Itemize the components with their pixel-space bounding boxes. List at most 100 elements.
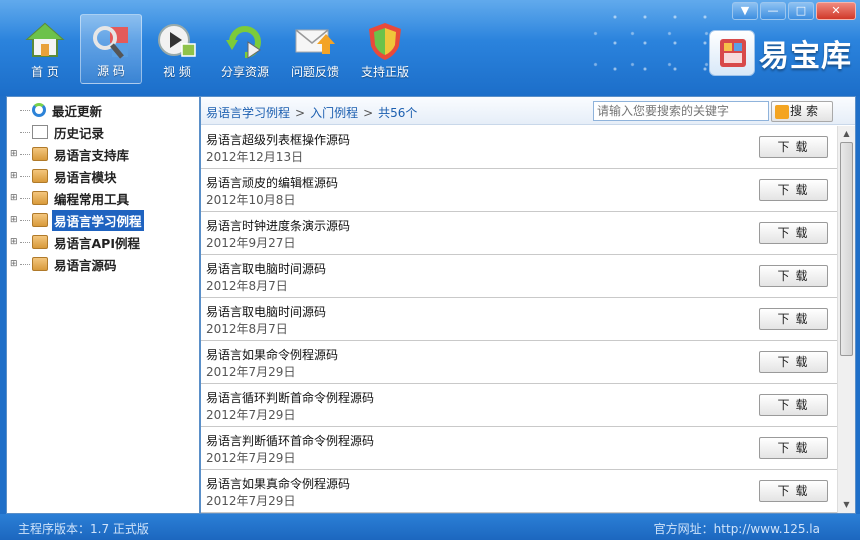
search-button[interactable]: 搜索 [771,101,833,122]
download-button[interactable]: 下载 [759,437,828,459]
download-button[interactable]: 下载 [759,480,828,502]
item-title[interactable]: 易语言超级列表框操作源码 [206,131,350,148]
folder-icon [32,235,48,249]
item-title[interactable]: 易语言顽皮的编辑框源码 [206,174,338,191]
item-title[interactable]: 易语言取电脑时间源码 [206,303,326,320]
home-icon [24,20,66,62]
share-icon [224,20,266,62]
logo-text: 易宝库 [759,39,852,74]
list-item[interactable]: 易语言顽皮的编辑框源码 2012年10月8日 下载 [201,169,837,212]
expand-icon[interactable]: ⊞ [10,259,20,269]
main-toolbar: 首 页 源 码 视 频 分享资源 问题反馈 支持正版 [14,14,422,86]
folder-icon [32,213,48,227]
search-input[interactable] [593,101,769,121]
item-title[interactable]: 易语言循环判断首命令例程源码 [206,389,374,406]
download-button[interactable]: 下载 [759,222,828,244]
source-list: 易语言超级列表框操作源码 2012年12月13日 下载 易语言顽皮的编辑框源码 2012… [201,126,837,513]
toolbar-share-button[interactable]: 分享资源 [212,14,278,84]
document-icon [32,125,48,139]
toolbar-feedback-button[interactable]: 问题反馈 [282,14,348,84]
feedback-mail-icon [294,20,336,62]
list-item[interactable]: 易语言超级列表框操作源码 2012年12月13日 下载 [201,126,837,169]
folder-icon [32,257,48,271]
shield-icon [364,20,406,62]
logo-box-icon [709,30,755,76]
item-count: 共56个 [378,106,418,120]
list-item[interactable]: 易语言循环判断首命令例程源码 2012年7月29日 下载 [201,384,837,427]
toolbar-source-button[interactable]: 源 码 [80,14,142,84]
vertical-scrollbar[interactable]: ▲ ▼ [837,126,855,513]
download-button[interactable]: 下载 [759,265,828,287]
window-menu-button[interactable]: ▼ [732,2,758,20]
expand-icon[interactable]: ⊞ [10,215,20,225]
search-button-label: 搜索 [789,104,822,118]
breadcrumb: 易语言学习例程 > 入门例程 > 共56个 [206,104,417,121]
tree-item-history[interactable]: 历史记录 [7,121,199,143]
list-item[interactable]: 易语言取电脑时间源码 2012年8月7日 下载 [201,255,837,298]
scroll-up-icon[interactable]: ▲ [840,127,853,141]
tree-item-learning-examples[interactable]: ⊞ 易语言学习例程 [7,209,199,231]
window-maximize-button[interactable]: □ [788,2,814,20]
scroll-down-icon[interactable]: ▼ [840,498,853,512]
item-date: 2012年8月7日 [206,322,288,336]
list-item[interactable]: 易语言取电脑时间源码 2012年8月7日 下载 [201,298,837,341]
official-site-link[interactable]: 官方网址：http://www.125.la [654,520,820,537]
window-controls: ▼ — □ ✕ [730,2,856,20]
scroll-thumb[interactable] [840,142,853,356]
toolbar-support-button[interactable]: 支持正版 [352,14,418,84]
item-date: 2012年7月29日 [206,408,296,422]
item-title[interactable]: 易语言如果命令例程源码 [206,346,338,363]
expand-icon[interactable]: ⊞ [10,171,20,181]
tree-item-modules[interactable]: ⊞ 易语言模块 [7,165,199,187]
toolbar-video-button[interactable]: 视 频 [146,14,208,84]
toolbar-home-button[interactable]: 首 页 [14,14,76,84]
download-button[interactable]: 下载 [759,394,828,416]
item-title[interactable]: 易语言取电脑时间源码 [206,260,326,277]
download-button[interactable]: 下载 [759,308,828,330]
tree-item-label: 最近更新 [52,103,103,119]
list-item[interactable]: 易语言判断循环首命令例程源码 2012年7月29日 下载 [201,427,837,470]
download-button[interactable]: 下载 [759,179,828,201]
folder-icon [32,191,48,205]
window-close-button[interactable]: ✕ [816,2,856,20]
toolbar-home-label: 首 页 [31,65,59,79]
item-date: 2012年7月29日 [206,451,296,465]
toolbar-support-label: 支持正版 [360,65,409,79]
list-item[interactable]: 易语言如果命令例程源码 2012年7月29日 下载 [201,341,837,384]
expand-icon[interactable]: ⊞ [10,237,20,247]
breadcrumb-root-link[interactable]: 易语言学习例程 [206,106,290,120]
expand-icon[interactable]: ⊞ [10,149,20,159]
tree-item-recent[interactable]: 最近更新 [7,99,199,121]
window-minimize-button[interactable]: — [760,2,786,20]
item-title[interactable]: 易语言时钟进度条演示源码 [206,217,350,234]
video-icon [156,20,198,62]
tree-item-label: 易语言API例程 [54,235,140,251]
decorative-stars [590,10,710,90]
breadcrumb-child-link[interactable]: 入门例程 [310,106,358,120]
breadcrumb-separator: > [363,106,374,120]
expand-icon[interactable]: ⊞ [10,193,20,203]
download-button[interactable]: 下载 [759,136,828,158]
title-toolbar-bar: 首 页 源 码 视 频 分享资源 问题反馈 支持正版 ▼ — □ ✕ 易宝库 [0,0,860,96]
app-logo: 易宝库 [709,30,852,76]
tree-item-source-code[interactable]: ⊞ 易语言源码 [7,253,199,275]
item-date: 2012年7月29日 [206,365,296,379]
folder-icon [32,147,48,161]
tree-item-support-libs[interactable]: ⊞ 易语言支持库 [7,143,199,165]
tree-item-tools[interactable]: ⊞ 编程常用工具 [7,187,199,209]
item-date: 2012年8月7日 [206,279,288,293]
download-button[interactable]: 下载 [759,351,828,373]
status-bar: 主程序版本：1.7 正式版 官方网址：http://www.125.la [0,514,860,540]
list-item[interactable]: 易语言时钟进度条演示源码 2012年9月27日 下载 [201,212,837,255]
source-code-icon [90,21,132,63]
item-title[interactable]: 易语言判断循环首命令例程源码 [206,432,374,449]
tree-item-label: 易语言支持库 [54,147,130,163]
breadcrumb-separator: > [295,106,306,120]
tree-item-label: 易语言源码 [54,257,117,273]
list-item[interactable]: 易语言如果真命令例程源码 2012年7月29日 下载 [201,470,837,513]
tree-item-label: 易语言模块 [54,169,117,185]
tree-item-api-examples[interactable]: ⊞ 易语言API例程 [7,231,199,253]
tree-item-label: 历史记录 [54,125,105,141]
tree-item-label: 编程常用工具 [54,191,130,207]
item-title[interactable]: 易语言如果真命令例程源码 [206,475,350,492]
